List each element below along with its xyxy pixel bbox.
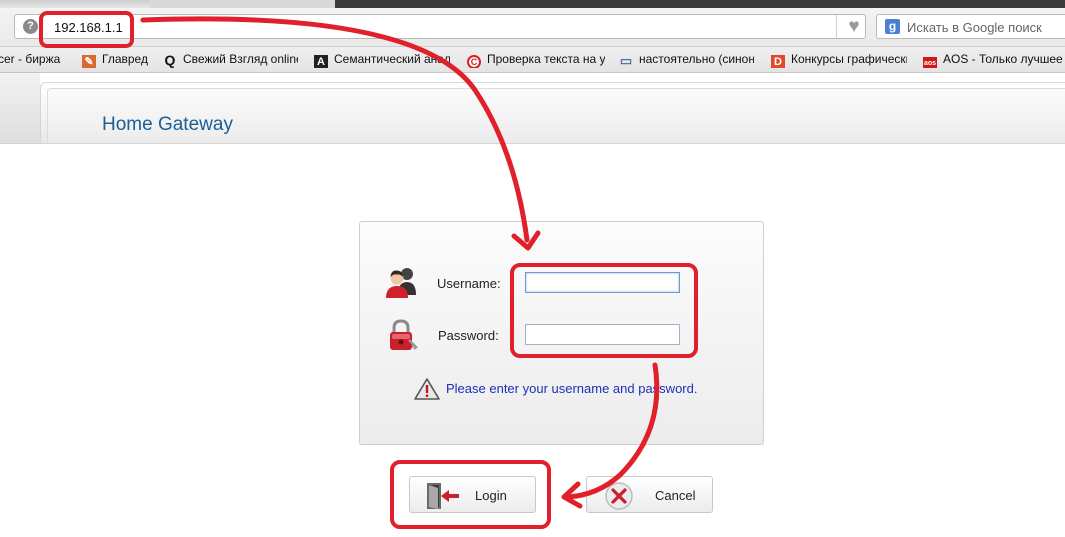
bookmark-item[interactable]: ▭ настоятельно (синон	[619, 52, 754, 68]
bookmark-label: AOS - Только лучшее	[943, 52, 1063, 66]
bookmark-label: Главред	[102, 52, 148, 66]
bookmark-item[interactable]: D Конкурсы графически	[771, 52, 907, 68]
google-icon[interactable]: g	[885, 19, 900, 34]
username-label: Username:	[437, 276, 501, 291]
login-button[interactable]: Login	[409, 476, 536, 513]
cancel-button[interactable]: Cancel	[586, 476, 713, 513]
d-icon: D	[771, 55, 785, 68]
cancel-icon	[605, 482, 633, 510]
password-label: Password:	[438, 328, 499, 343]
search-placeholder[interactable]: Искать в Google поиск	[907, 20, 1042, 35]
copyright-icon: C	[467, 55, 481, 68]
active-tab-edge[interactable]	[0, 0, 150, 8]
login-button-label: Login	[475, 488, 507, 503]
bookmark-label: Семантический анализ	[334, 52, 450, 66]
login-message: Please enter your username and password.	[446, 381, 698, 396]
side-tab	[0, 73, 40, 144]
cancel-button-label: Cancel	[655, 488, 696, 503]
browser-toolbar: ? 192.168.1.1 ♥ g Искать в Google поиск	[0, 8, 1065, 47]
q-icon: Q	[164, 52, 176, 68]
page-title: Home Gateway	[102, 114, 233, 135]
password-input[interactable]	[525, 324, 680, 345]
address-bar[interactable]: ? 192.168.1.1 ♥	[14, 14, 866, 39]
page-header-inner: Home Gateway	[47, 88, 1065, 143]
bookmark-item[interactable]: C Проверка текста на у	[467, 52, 605, 68]
bookmark-item[interactable]: aos AOS - Только лучшее	[923, 52, 1065, 68]
bookmark-item[interactable]: A Семантический анализ	[314, 52, 450, 68]
bookmark-label: Конкурсы графически	[791, 52, 907, 66]
bookmark-item[interactable]: Q Свежий Взгляд online	[163, 52, 298, 68]
door-enter-icon	[427, 483, 459, 509]
warning-icon	[414, 378, 440, 400]
bookmark-label: Свежий Взгляд online	[183, 52, 298, 66]
page-header: Home Gateway	[40, 82, 1065, 144]
a-icon: A	[314, 55, 328, 68]
bookmarks-bar: cer - биржа ✎ Главред Q Свежий Взгляд onli…	[0, 47, 1065, 73]
bookmark-label: Проверка текста на у	[487, 52, 605, 66]
bookmark-label: cer - биржа	[0, 52, 61, 66]
aos-icon: aos	[923, 57, 937, 68]
bookmark-item[interactable]: ✎ Главред	[82, 52, 152, 68]
window-top-strip	[0, 0, 1065, 8]
glavred-icon: ✎	[82, 55, 96, 68]
users-icon	[386, 268, 416, 298]
address-bar-divider	[836, 15, 837, 38]
site-info-icon[interactable]: ?	[23, 19, 38, 34]
tab-strip-background	[335, 0, 1065, 8]
search-box[interactable]: g Искать в Google поиск	[876, 14, 1065, 39]
username-input[interactable]	[525, 272, 680, 293]
heart-icon[interactable]: ♥	[843, 16, 865, 38]
lock-icon	[390, 319, 418, 350]
bookmark-item[interactable]: cer - биржа	[0, 52, 68, 68]
bookmark-label: настоятельно (синон	[639, 52, 754, 66]
address-bar-url[interactable]: 192.168.1.1	[54, 20, 123, 35]
book-icon: ▭	[619, 53, 633, 68]
